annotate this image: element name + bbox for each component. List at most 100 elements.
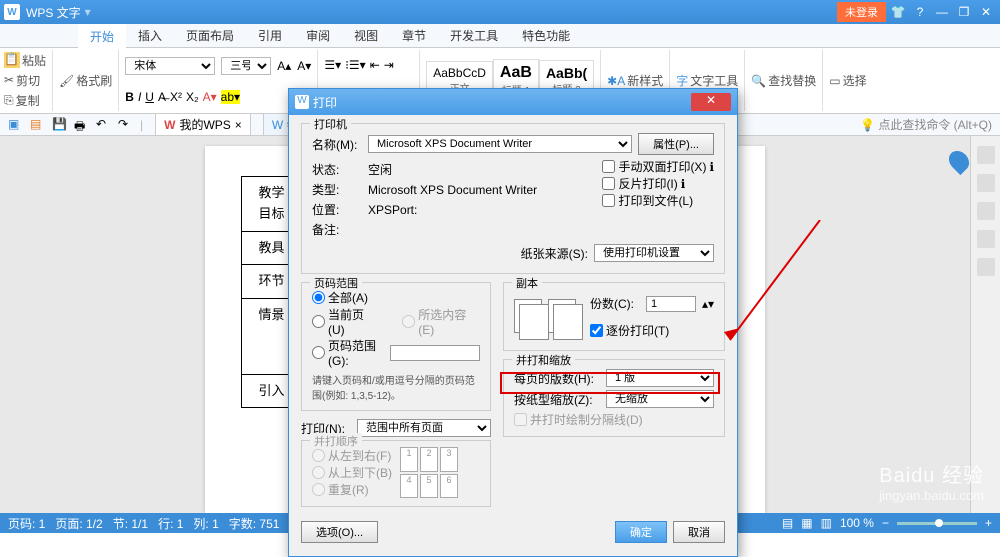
sp-icon-3[interactable] (977, 202, 995, 220)
help-icon[interactable]: ? (910, 5, 930, 19)
tab-insert[interactable]: 插入 (126, 23, 174, 48)
login-button[interactable]: 未登录 (837, 2, 886, 22)
qat-open-icon[interactable]: ▤ (30, 117, 46, 133)
sub-button[interactable]: X₂ (186, 90, 199, 104)
sp-icon-1[interactable] (977, 146, 995, 164)
qat-new-icon[interactable]: ▣ (8, 117, 24, 133)
duplex-check[interactable] (602, 160, 615, 173)
ltr-radio (312, 449, 325, 462)
tab-section[interactable]: 章节 (390, 23, 438, 48)
tab-start[interactable]: 开始 (78, 22, 126, 49)
find-replace-button[interactable]: 🔍查找替换 (751, 72, 816, 89)
printer-group: 打印机 名称(M): Microsoft XPS Document Writer… (301, 123, 725, 274)
bullet-list-icon[interactable]: ☰▾ (324, 58, 341, 72)
skin-icon[interactable]: 👕 (888, 5, 908, 19)
close-icon[interactable]: ✕ (976, 5, 996, 19)
tofile-check[interactable] (602, 194, 615, 207)
max-icon[interactable]: ❐ (954, 5, 974, 19)
scale-select[interactable]: 无缩放 (606, 390, 714, 408)
view-outline-icon[interactable]: ▥ (821, 516, 832, 530)
zoom-slider[interactable] (897, 522, 977, 525)
view-print-icon[interactable]: ▤ (782, 516, 793, 530)
grow-font-icon[interactable]: A▴ (277, 59, 291, 73)
font-color-button[interactable]: A▾ (203, 90, 217, 104)
indent-right-icon[interactable]: ⇥ (384, 58, 394, 72)
dialog-close-button[interactable]: ✕ (691, 93, 731, 111)
strike-button[interactable]: A̶ (158, 90, 166, 104)
zoom-in-icon[interactable]: + (985, 516, 992, 530)
order-preview: 123456 (400, 447, 458, 498)
app-logo: W (4, 4, 20, 20)
qat-undo-icon[interactable]: ↶ (96, 117, 112, 133)
text-tool-button[interactable]: 字文字工具 (676, 72, 738, 89)
tab-special[interactable]: 特色功能 (510, 23, 582, 48)
dropdown-icon[interactable]: ▾ (85, 5, 91, 19)
order-group: 并打顺序 从左到右(F) 从上到下(B) 重复(R) 123456 (301, 440, 491, 507)
all-radio[interactable] (312, 291, 325, 304)
dialog-titlebar: W 打印 ✕ (289, 89, 737, 115)
printer-select[interactable]: Microsoft XPS Document Writer (368, 135, 632, 153)
drawlines-check (514, 413, 527, 426)
font-select[interactable]: 宋体 (125, 57, 215, 75)
tab-dev[interactable]: 开发工具 (438, 23, 510, 48)
home-tab[interactable]: W我的WPS× (155, 113, 251, 136)
cancel-button[interactable]: 取消 (673, 521, 725, 543)
cut-button[interactable]: ✂剪切 (4, 72, 46, 89)
bold-button[interactable]: B (125, 90, 134, 104)
size-select[interactable]: 三号 (221, 57, 271, 75)
copy-button[interactable]: ⎘复制 (4, 92, 46, 109)
select-button[interactable]: ▭选择 (829, 72, 866, 89)
format-painter-button[interactable]: 🖌格式刷 (59, 72, 112, 89)
sp-icon-4[interactable] (977, 230, 995, 248)
reverse-check[interactable] (602, 177, 615, 190)
pages-radio[interactable] (312, 346, 325, 359)
shrink-font-icon[interactable]: A▾ (297, 59, 311, 73)
tab-layout[interactable]: 页面布局 (174, 23, 246, 48)
type-value: Microsoft XPS Document Writer (368, 183, 537, 197)
help-hint[interactable]: 💡 点此查找命令 (Alt+Q) (860, 116, 992, 133)
italic-button[interactable]: I (138, 90, 141, 104)
sb-zoom: 100 % (840, 516, 874, 530)
min-icon[interactable]: — (932, 5, 952, 19)
sb-words: 字数: 751 (229, 515, 280, 532)
collate-check[interactable] (590, 324, 603, 337)
menubar: 开始 插入 页面布局 引用 审阅 视图 章节 开发工具 特色功能 (0, 24, 1000, 48)
copies-input[interactable] (646, 296, 696, 312)
qat-redo-icon[interactable]: ↷ (118, 117, 134, 133)
range-hint: 请键入页码和/或用逗号分隔的页码范围(例如: 1,3,5-12)。 (312, 372, 480, 402)
zoom-group: 并打和缩放 每页的版数(H): 1 版 按纸型缩放(Z): 无缩放 并打时绘制分… (503, 359, 725, 437)
sp-icon-5[interactable] (977, 258, 995, 276)
spinner-icon[interactable]: ▴▾ (702, 297, 714, 311)
ok-button[interactable]: 确定 (615, 521, 667, 543)
tab-review[interactable]: 审阅 (294, 23, 342, 48)
copies-group: 副本 份数(C):▴▾ 逐份打印(T) (503, 282, 725, 351)
properties-button[interactable]: 属性(P)... (638, 133, 714, 155)
paste-button[interactable]: 📋粘贴 (4, 52, 46, 69)
underline-button[interactable]: U (145, 90, 154, 104)
highlight-button[interactable]: ab▾ (221, 90, 240, 104)
view-web-icon[interactable]: ▦ (801, 516, 812, 530)
sb-sec: 节: 1/1 (113, 515, 148, 532)
source-select[interactable]: 使用打印机设置 (594, 244, 714, 262)
zoom-out-icon[interactable]: − (882, 516, 889, 530)
per-sheet-select[interactable]: 1 版 (606, 369, 714, 387)
options-button[interactable]: 选项(O)... (301, 521, 378, 543)
tab-ref[interactable]: 引用 (246, 23, 294, 48)
sb-pages: 页面: 1/2 (55, 515, 102, 532)
tab-view[interactable]: 视图 (342, 23, 390, 48)
pages-input[interactable] (390, 345, 480, 361)
sb-line: 行: 1 (158, 515, 183, 532)
super-button[interactable]: X² (170, 90, 182, 104)
qat-save-icon[interactable]: 💾 (52, 117, 68, 133)
current-radio[interactable] (312, 315, 325, 328)
print-what-select[interactable]: 范围中所有页面 (357, 419, 491, 437)
copies-icon-2 (548, 299, 576, 333)
new-style-button[interactable]: ✱A新样式 (607, 72, 663, 89)
indent-left-icon[interactable]: ⇤ (370, 58, 380, 72)
copies-icon (514, 299, 542, 333)
number-list-icon[interactable]: ⁝☰▾ (345, 58, 366, 72)
sp-icon-2[interactable] (977, 174, 995, 192)
qat-print-icon[interactable]: 🖶 (74, 117, 90, 133)
where-value: XPSPort: (368, 203, 417, 217)
range-group: 页码范围 全部(A) 当前页(U) 所选内容(E) 页码范围(G): 请键入页码… (301, 282, 491, 411)
